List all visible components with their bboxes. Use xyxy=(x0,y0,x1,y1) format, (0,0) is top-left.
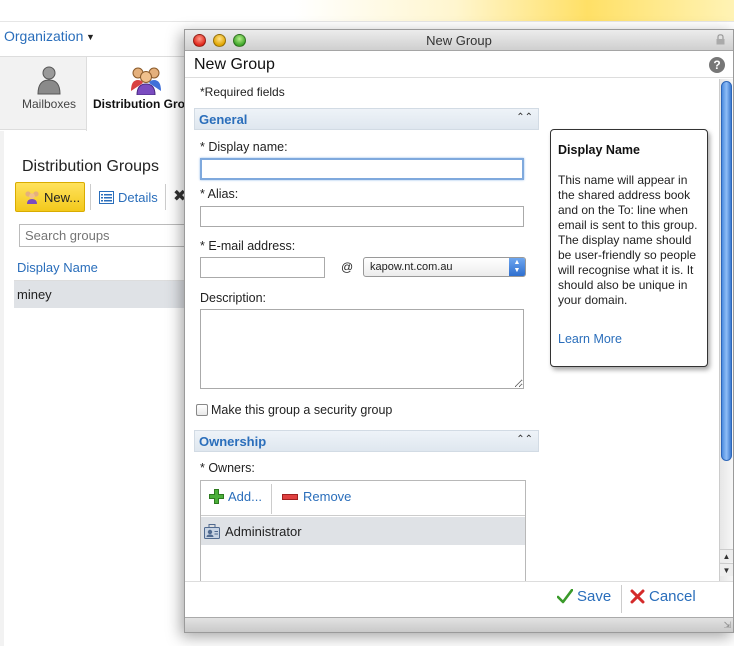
window-title: New Group xyxy=(426,33,492,48)
remove-owner-button[interactable]: Remove xyxy=(282,489,351,504)
group-icon xyxy=(25,191,39,204)
security-group-checkbox[interactable]: Make this group a security group xyxy=(196,403,392,417)
email-label: * E-mail address: xyxy=(200,239,296,253)
nav-tile-label: Mailboxes xyxy=(21,97,77,111)
section-title: Distribution Groups xyxy=(22,158,159,175)
description-field[interactable] xyxy=(200,309,524,389)
section-title: Ownership xyxy=(199,434,267,449)
display-name-field[interactable] xyxy=(200,158,524,180)
add-owner-button[interactable]: Add... xyxy=(209,489,262,504)
details-button-label: Details xyxy=(118,189,158,205)
tooltip-body: This name will appear in the shared addr… xyxy=(558,173,698,307)
window-titlebar[interactable]: New Group xyxy=(185,30,733,51)
at-sign: @ xyxy=(341,260,354,274)
collapse-icon[interactable]: ⌃⌃ xyxy=(516,434,533,445)
lock-icon xyxy=(716,34,725,45)
cancel-button-label: Cancel xyxy=(649,588,696,605)
scroll-down-arrow-icon[interactable]: ▼ xyxy=(720,563,733,576)
learn-more-link[interactable]: Learn More xyxy=(558,332,700,346)
remove-owner-label: Remove xyxy=(303,489,352,504)
new-button[interactable]: New... xyxy=(15,182,85,212)
alias-label: * Alias: xyxy=(200,187,239,201)
nav-tile-mailboxes[interactable]: Mailboxes xyxy=(14,57,84,131)
owners-label: * Owners: xyxy=(200,461,255,475)
section-ownership[interactable]: Ownership ⌃⌃ xyxy=(194,430,539,452)
search-input[interactable] xyxy=(19,224,199,247)
footer-divider xyxy=(621,585,622,613)
add-owner-label: Add... xyxy=(228,489,262,504)
organization-link[interactable]: Organization xyxy=(4,28,83,44)
field-help-tooltip: Display Name This name will appear in th… xyxy=(550,129,708,367)
user-card-icon xyxy=(204,523,220,539)
group-icon xyxy=(131,67,161,95)
remove-icon xyxy=(282,493,298,500)
checkbox[interactable] xyxy=(196,404,208,416)
email-field[interactable] xyxy=(200,257,325,278)
cancel-x-icon xyxy=(630,589,645,604)
column-header-display-name[interactable]: Display Name xyxy=(17,260,98,275)
dialog-footer: Save Cancel xyxy=(185,581,733,617)
save-button[interactable]: Save xyxy=(557,588,611,605)
dialog-title: New Group xyxy=(194,56,275,73)
check-icon xyxy=(557,589,573,604)
description-label: Description: xyxy=(200,291,266,305)
mailbox-user-icon xyxy=(37,66,61,95)
owners-list: Add... Remove Administrator xyxy=(200,480,526,581)
nav-tiles: Mailboxes Distribution Gro xyxy=(0,56,206,131)
vertical-scrollbar[interactable]: ▲ ▼ xyxy=(719,79,733,581)
section-title: General xyxy=(199,112,248,127)
required-fields-note: *Required fields xyxy=(200,85,285,99)
help-icon[interactable]: ? xyxy=(709,57,725,73)
owner-name: Administrator xyxy=(225,523,302,539)
scroll-up-arrow-icon[interactable]: ▲ xyxy=(720,549,733,562)
details-icon xyxy=(99,190,114,204)
tooltip-title: Display Name xyxy=(558,143,640,157)
list-item[interactable]: miney xyxy=(14,281,200,308)
new-group-dialog: New Group New Group ? *Required fields G… xyxy=(184,29,734,633)
section-general[interactable]: General ⌃⌃ xyxy=(194,108,539,130)
owners-toolbar: Add... Remove xyxy=(201,481,525,516)
security-group-label: Make this group a security group xyxy=(211,403,393,417)
toolbar-divider xyxy=(165,184,166,210)
add-icon xyxy=(209,489,224,504)
window-statusbar: ⇲ xyxy=(185,617,733,632)
display-name-label: * Display name: xyxy=(200,140,288,154)
save-button-label: Save xyxy=(577,588,612,605)
details-button[interactable]: Details xyxy=(97,182,158,212)
toolbar-divider xyxy=(271,484,272,514)
domain-select-value: kapow.nt.com.au xyxy=(370,261,453,273)
resize-grip-icon[interactable]: ⇲ xyxy=(723,620,731,631)
new-button-label: New... xyxy=(44,189,81,205)
select-arrows-icon: ▲ ▼ xyxy=(509,258,525,276)
collapse-icon[interactable]: ⌃⌃ xyxy=(516,112,533,123)
domain-select[interactable]: kapow.nt.com.au ▲ ▼ xyxy=(363,257,526,277)
group-form: *Required fields General ⌃⌃ * Display na… xyxy=(185,79,733,581)
app-top-banner xyxy=(0,0,734,22)
cancel-button[interactable]: Cancel xyxy=(630,588,696,605)
scrollbar-thumb[interactable] xyxy=(721,81,732,461)
chevron-down-icon[interactable]: ▼ xyxy=(86,32,95,42)
owner-row[interactable]: Administrator xyxy=(201,517,525,545)
dialog-header: New Group ? xyxy=(185,51,733,78)
alias-field[interactable] xyxy=(200,206,524,227)
toolbar-divider xyxy=(90,184,91,210)
